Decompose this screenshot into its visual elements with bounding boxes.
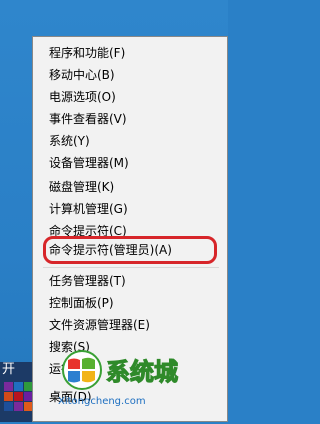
watermark-brand: 系统城 xyxy=(106,358,178,386)
menu-item-control-panel[interactable]: 控制面板(P) xyxy=(49,293,114,313)
menu-item-event-viewer[interactable]: 事件查看器(V) xyxy=(49,109,127,129)
start-tile[interactable] xyxy=(14,402,23,411)
menu-item-system[interactable]: 系统(Y) xyxy=(49,131,90,151)
start-label: 开 xyxy=(2,362,16,377)
start-tile[interactable] xyxy=(14,382,23,391)
menu-separator xyxy=(43,267,219,268)
menu-item-command-prompt-admin[interactable]: 命令提示符(管理员)(A) xyxy=(49,240,172,260)
start-tile[interactable] xyxy=(4,402,13,411)
menu-item-device-manager[interactable]: 设备管理器(M) xyxy=(49,153,129,173)
watermark-url: Xitongcheng.com xyxy=(58,396,146,407)
menu-item-computer-management[interactable]: 计算机管理(G) xyxy=(49,199,128,219)
menu-item-mobility-center[interactable]: 移动中心(B) xyxy=(49,65,115,85)
menu-item-task-manager[interactable]: 任务管理器(T) xyxy=(49,271,126,291)
menu-item-power-options[interactable]: 电源选项(O) xyxy=(49,87,116,107)
start-tile[interactable] xyxy=(4,382,13,391)
menu-item-disk-management[interactable]: 磁盘管理(K) xyxy=(49,177,114,197)
menu-item-file-explorer[interactable]: 文件资源管理器(E) xyxy=(49,315,150,335)
menu-item-programs-and-features[interactable]: 程序和功能(F) xyxy=(49,43,125,63)
start-tile[interactable] xyxy=(14,392,23,401)
site-watermark: 系统城 Xitongcheng.com xyxy=(46,348,211,420)
start-tile[interactable] xyxy=(4,392,13,401)
watermark-logo-icon: 系统城 Xitongcheng.com xyxy=(58,350,179,407)
